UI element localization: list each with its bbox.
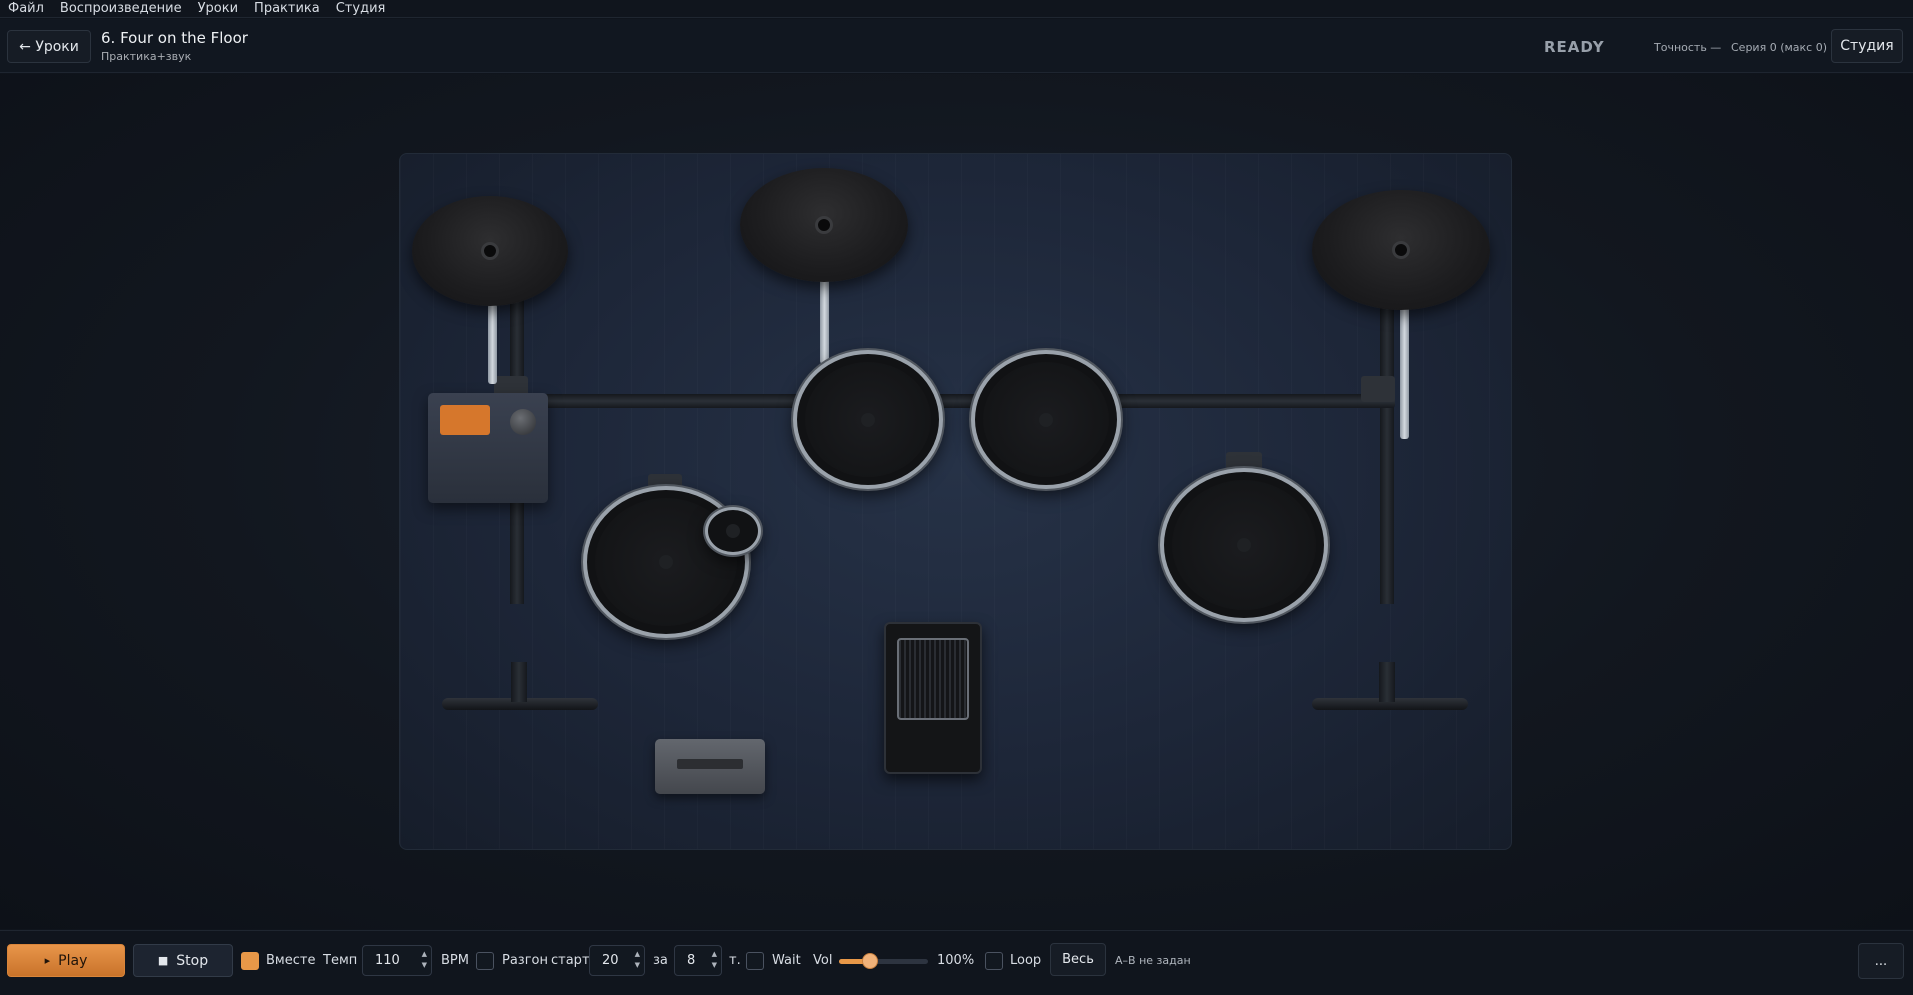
hihat-pedal-slot (677, 759, 743, 769)
tempo-stepper-icon[interactable]: ▲ ▼ (422, 949, 427, 971)
ramp-bars-input[interactable]: 8 ▲ ▼ (674, 945, 722, 976)
menu-lessons[interactable]: Уроки (198, 0, 238, 18)
hihat-bell-icon (1392, 241, 1410, 259)
crash-bell-icon (481, 242, 499, 260)
stop-label: Stop (176, 952, 209, 969)
volume-slider-thumb[interactable] (862, 953, 879, 969)
tom-1-head (805, 362, 931, 477)
wait-checkbox[interactable] (746, 952, 764, 970)
drum-module[interactable] (428, 393, 548, 503)
left-foot-post (511, 662, 527, 702)
menu-studio[interactable]: Студия (336, 0, 386, 18)
together-checkbox[interactable] (241, 952, 259, 970)
crash-cymbal-rod (488, 304, 497, 384)
ramp-start-input[interactable]: 20 ▲ ▼ (589, 945, 645, 976)
right-clamp (1361, 376, 1395, 402)
ramp-checkbox[interactable] (476, 952, 494, 970)
back-to-lessons-button[interactable]: ← Уроки (7, 30, 91, 63)
volume-slider[interactable] (839, 953, 928, 969)
volume-value: 100% (937, 953, 975, 968)
play-icon: ▸ (44, 954, 51, 967)
snare-side-pad[interactable] (705, 507, 761, 555)
hihat-cymbal[interactable] (1312, 190, 1490, 310)
more-options-button[interactable]: ... (1858, 943, 1904, 979)
tom-2[interactable] (971, 350, 1121, 489)
crossbar (510, 394, 1395, 408)
together-label: Вместе (266, 953, 316, 968)
crash-cymbal[interactable] (412, 196, 568, 306)
wait-label: Wait (772, 953, 801, 968)
stop-button[interactable]: ■ Stop (133, 944, 233, 977)
hihat-pedal[interactable] (655, 739, 765, 794)
ramp-start-value: 20 (602, 953, 619, 968)
tempo-label: Темп (323, 953, 358, 968)
tom-2-head (983, 362, 1109, 477)
ramp-label: Разгон (502, 953, 549, 968)
volume-label: Vol (813, 953, 833, 968)
tempo-value: 110 (375, 953, 400, 968)
loop-checkbox[interactable] (985, 952, 1003, 970)
right-foot-post (1379, 662, 1395, 702)
kick-pedal-grille (897, 638, 969, 720)
tom-1[interactable] (793, 350, 943, 489)
streak-readout: Серия 0 (макс 0) (1731, 41, 1827, 54)
bars-label: т. (729, 953, 741, 968)
ride-bell-icon (815, 216, 833, 234)
ramp-bars-value: 8 (687, 953, 696, 968)
ride-cymbal[interactable] (740, 168, 908, 282)
ramp-start-stepper-icon[interactable]: ▲ ▼ (635, 949, 640, 971)
right-stand-rod (1380, 274, 1394, 604)
menu-file[interactable]: Файл (8, 0, 44, 18)
over-label: за (653, 953, 668, 968)
stop-icon: ■ (157, 954, 169, 967)
lesson-mode: Практика+звук (101, 50, 192, 63)
kick-pedal[interactable] (884, 622, 982, 774)
lesson-title: 6. Four on the Floor (101, 29, 248, 47)
floor-tom[interactable] (1160, 468, 1328, 622)
loop-label: Loop (1010, 953, 1042, 968)
lesson-header: ← Уроки 6. Four on the Floor Практика+зв… (0, 19, 1913, 73)
ride-cymbal-rod (820, 274, 829, 364)
studio-button[interactable]: Студия (1831, 29, 1903, 63)
transport-bar: ▸ Play ■ Stop Вместе Темп 110 ▲ ▼ BPM Раз… (0, 930, 1913, 995)
module-screen (440, 405, 490, 435)
play-label: Play (58, 952, 88, 969)
menu-playback[interactable]: Воспроизведение (60, 0, 182, 18)
accuracy-readout: Точность — (1654, 41, 1722, 54)
menu-practice[interactable]: Практика (254, 0, 320, 18)
start-label: старт (551, 953, 590, 968)
range-all-button[interactable]: Весь (1050, 943, 1106, 976)
hihat-cymbal-rod (1400, 304, 1409, 439)
ab-loop-status: А–В не задан (1115, 954, 1191, 967)
tempo-input[interactable]: 110 ▲ ▼ (362, 945, 432, 976)
module-knob-icon[interactable] (510, 409, 536, 435)
menu-bar: Файл Воспроизведение Уроки Практика Студ… (0, 0, 1913, 18)
status-indicator: READY (1544, 38, 1605, 56)
play-button[interactable]: ▸ Play (7, 944, 125, 977)
floor-tom-head (1172, 480, 1316, 610)
ramp-bars-stepper-icon[interactable]: ▲ ▼ (712, 949, 717, 971)
bpm-label: BPM (441, 953, 469, 968)
drum-kit-stage (399, 153, 1512, 850)
